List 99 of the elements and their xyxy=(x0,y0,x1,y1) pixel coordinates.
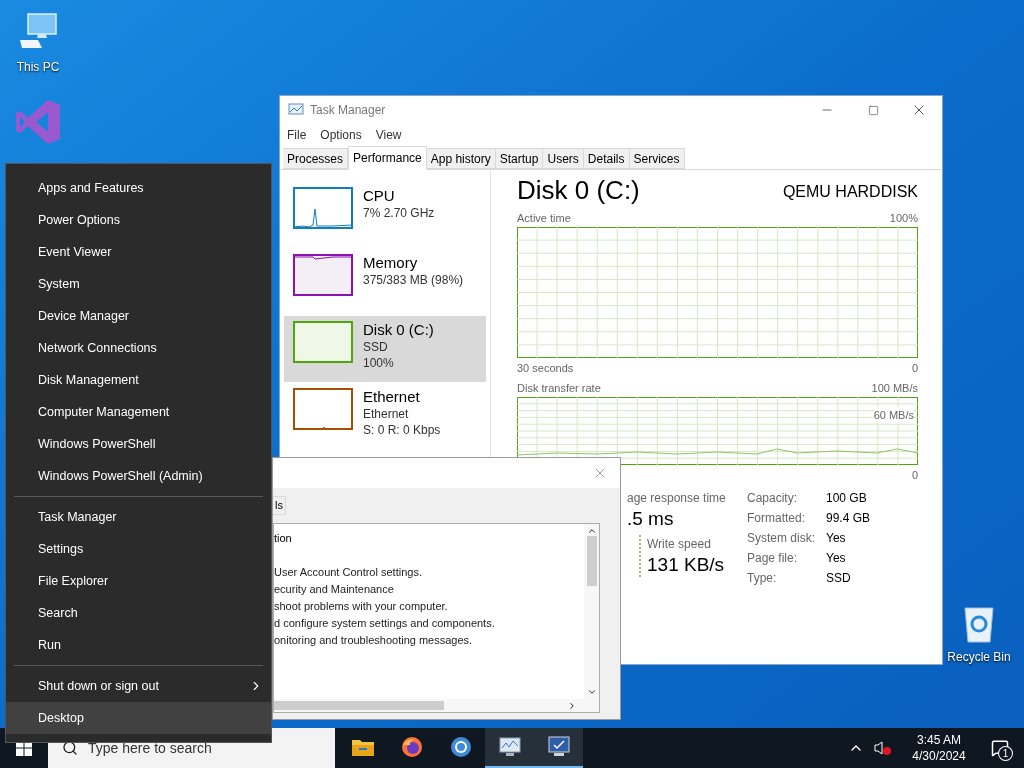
stat-label: age response time xyxy=(627,490,727,507)
menu-item[interactable]: Desktop xyxy=(6,702,271,734)
column-header: tion xyxy=(274,530,293,546)
axis-max-label: 100% xyxy=(889,211,918,226)
resource-item[interactable]: Ethernet Ethernet S: 0 R: 0 Kbps xyxy=(284,383,486,449)
infinity-logo-icon xyxy=(14,98,62,146)
menu-item[interactable]: File Explorer xyxy=(6,565,271,597)
resource-item[interactable]: Disk 0 (C:) SSD 100% xyxy=(284,316,486,382)
list-row[interactable]: ecurity and Maintenance xyxy=(274,580,584,598)
menu-item[interactable]: Run xyxy=(6,629,271,661)
axis-min-label: 0 xyxy=(911,360,918,376)
menu-item[interactable]: Device Manager xyxy=(6,300,271,332)
usage-thumbnail-graph xyxy=(293,388,353,430)
fox-globe-icon xyxy=(400,736,423,758)
tab[interactable]: Processes xyxy=(283,148,349,169)
window-title: Task Manager xyxy=(310,102,386,119)
menu-item[interactable]: Event Viewer xyxy=(6,236,271,268)
disk-model: QEMU HARDDISK xyxy=(782,182,918,202)
tab[interactable]: ls xyxy=(273,496,286,515)
chart-label: Active time xyxy=(517,211,571,226)
scroll-down-icon[interactable] xyxy=(586,687,597,697)
menu-item[interactable]: Network Connections xyxy=(6,332,271,364)
resource-title: Disk 0 (C:) xyxy=(363,321,434,339)
notification-count: 1 xyxy=(999,747,1012,760)
menu-item[interactable]: Shut down or sign out xyxy=(6,670,271,702)
resource-item[interactable]: Memory 375/383 MB (98%) xyxy=(284,249,486,315)
tab[interactable]: Users xyxy=(543,148,584,169)
property-label: Formatted: xyxy=(747,510,807,527)
menu-item[interactable]: File xyxy=(287,126,307,144)
folder-icon xyxy=(350,737,375,757)
property-label: Page file: xyxy=(747,550,799,567)
taskbar-app[interactable] xyxy=(534,728,583,768)
resource-detail: 375/383 MB (98%) xyxy=(363,272,464,288)
usage-thumbnail-graph xyxy=(293,187,353,229)
property-value: Yes xyxy=(826,530,847,547)
menu-item[interactable]: Task Manager xyxy=(6,501,271,533)
usage-thumbnail-graph xyxy=(293,254,353,296)
resource-detail: Ethernet xyxy=(363,406,410,422)
menu-item[interactable]: Disk Management xyxy=(6,364,271,396)
resource-detail: 7% 2.70 GHz xyxy=(363,205,435,221)
menu-item[interactable]: Windows PowerShell (Admin) xyxy=(6,460,271,492)
disk-heading: Disk 0 (C:) xyxy=(517,174,640,206)
resource-title: CPU xyxy=(363,187,396,205)
computer-screen-icon xyxy=(546,736,571,758)
axis-max-label: 100 MB/s xyxy=(871,381,918,396)
monitor-chart-icon xyxy=(497,736,522,758)
menu-item[interactable]: Computer Management xyxy=(6,396,271,428)
axis-min-label: 0 xyxy=(911,467,918,483)
resource-title: Ethernet xyxy=(363,388,421,406)
chart-label: Disk transfer rate xyxy=(517,381,601,396)
list-row[interactable]: onitoring and troubleshooting messages. xyxy=(274,631,584,649)
clock-date[interactable]: 4/30/2024 xyxy=(912,748,966,764)
desktop-icon-label[interactable]: This PC xyxy=(16,58,60,76)
menu-item[interactable]: Settings xyxy=(6,533,271,565)
tab[interactable]: Services xyxy=(629,148,685,169)
menu-item[interactable]: Power Options xyxy=(6,204,271,236)
stat-value: .5 ms xyxy=(627,507,675,531)
resource-detail: SSD xyxy=(363,339,389,355)
time-span-label: 30 seconds xyxy=(517,360,574,376)
menu-item[interactable]: Options xyxy=(320,126,362,144)
scroll-right-icon[interactable] xyxy=(567,700,577,711)
resource-detail: 100% xyxy=(363,355,395,371)
list-row[interactable]: shoot problems with your computer. xyxy=(274,597,584,615)
desktop-icon-label[interactable]: Recycle Bin xyxy=(947,648,1011,666)
horizontal-scrollbar[interactable] xyxy=(274,699,599,712)
vertical-scrollbar[interactable] xyxy=(584,523,599,699)
resource-item[interactable]: CPU 7% 2.70 GHz xyxy=(284,182,486,248)
resource-detail: S: 0 R: 0 Kbps xyxy=(363,422,441,438)
taskbar-app[interactable] xyxy=(485,728,534,768)
menu-item[interactable]: Apps and Features xyxy=(6,172,271,204)
list-row[interactable]: d configure system settings and components. xyxy=(274,614,584,632)
usage-thumbnail-graph xyxy=(293,321,353,363)
menu-item[interactable]: System xyxy=(6,268,271,300)
scroll-thumb[interactable] xyxy=(274,701,444,710)
tab[interactable]: Startup xyxy=(495,148,544,169)
menu-item[interactable]: Search xyxy=(6,597,271,629)
property-value: 99.4 GB xyxy=(826,510,871,527)
list-row[interactable]: User Account Control settings. xyxy=(274,563,584,581)
muted-speaker-icon[interactable] xyxy=(874,740,892,756)
tab[interactable]: Details xyxy=(583,148,630,169)
property-value: SSD xyxy=(826,570,852,587)
resource-title: Memory xyxy=(363,254,419,272)
stat-label: Write speed xyxy=(647,536,712,553)
property-label: System disk: xyxy=(747,530,816,547)
tab[interactable]: App history xyxy=(426,148,496,169)
monitor-chart-icon xyxy=(288,103,304,117)
browser-ring-icon xyxy=(449,736,472,758)
property-value: Yes xyxy=(826,550,847,567)
maximize-icon xyxy=(867,104,879,116)
stat-value: 131 KB/s xyxy=(647,553,726,577)
menu-item[interactable]: Windows PowerShell xyxy=(6,428,271,460)
notification-icon[interactable] xyxy=(991,739,1009,757)
clock-time[interactable]: 3:45 AM xyxy=(917,732,961,748)
property-value: 100 GB xyxy=(826,490,868,507)
menu-item[interactable]: View xyxy=(375,126,402,144)
scroll-thumb[interactable] xyxy=(586,535,597,586)
property-label: Capacity: xyxy=(747,490,799,507)
property-label: Type: xyxy=(747,570,778,587)
tab[interactable]: Performance xyxy=(348,146,427,170)
